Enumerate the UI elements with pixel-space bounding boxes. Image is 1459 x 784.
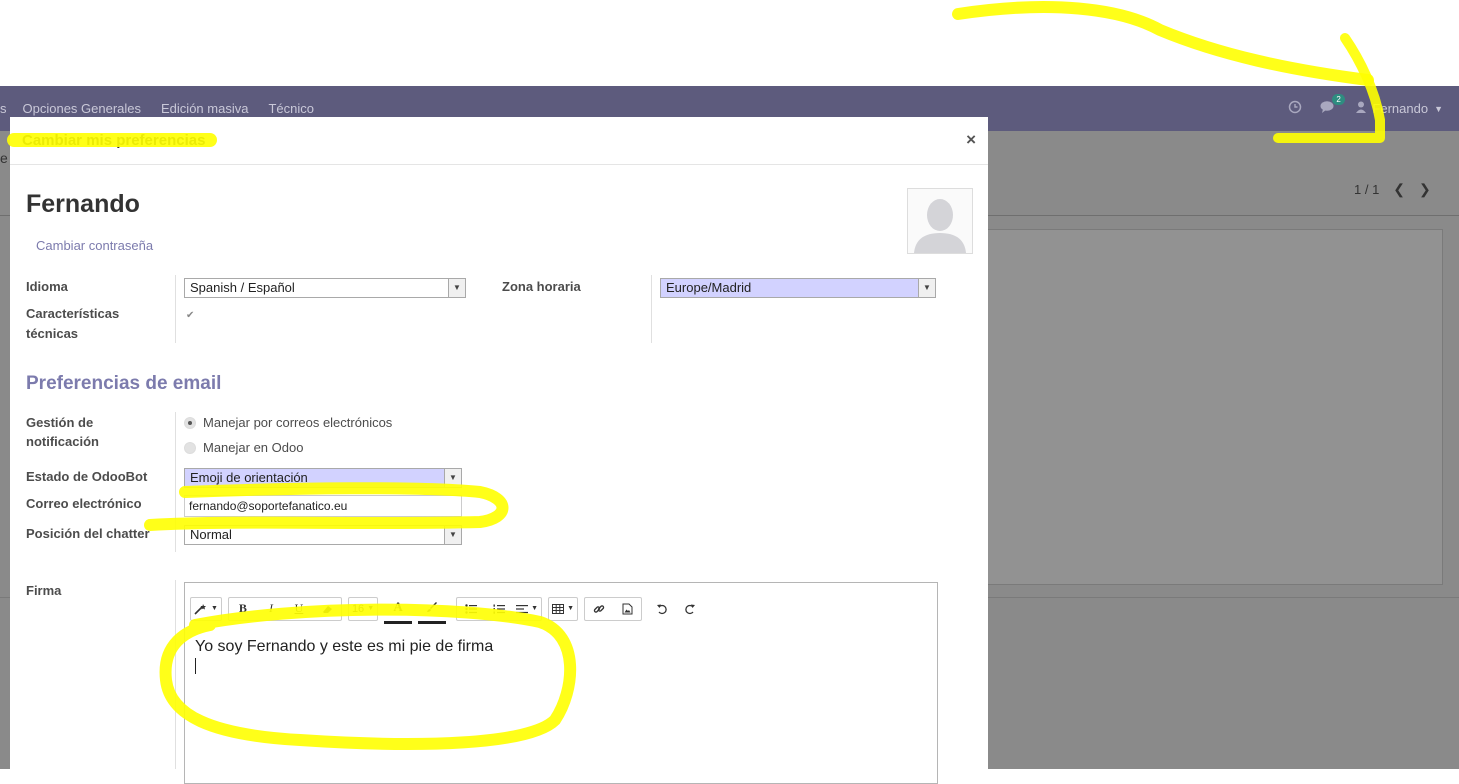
background-form-sheet <box>985 229 1443 585</box>
field-divider <box>651 275 652 343</box>
odoobot-select[interactable]: Emoji de orientación ▼ <box>184 468 462 488</box>
notification-option-label: Manejar en Odoo <box>203 440 304 455</box>
magic-wand-icon[interactable]: ▼ <box>191 598 221 620</box>
bold-icon[interactable]: B <box>229 598 257 620</box>
user-menu[interactable]: Fernando ▼ <box>1356 101 1443 116</box>
field-divider <box>175 580 176 769</box>
menu-item-cut[interactable]: s <box>0 101 7 116</box>
user-name: Fernando <box>1372 101 1429 116</box>
radio-selected[interactable] <box>184 416 196 429</box>
color-group: A <box>384 593 447 624</box>
undo-icon[interactable] <box>648 598 676 620</box>
redo-icon[interactable] <box>676 598 704 620</box>
language-value: Spanish / Español <box>190 280 295 295</box>
chevron-down-icon: ▼ <box>444 526 461 544</box>
chevron-right-icon[interactable]: ❯ <box>1419 181 1431 198</box>
tech-features-label-1: Características <box>26 306 120 321</box>
eraser-icon[interactable] <box>313 598 341 620</box>
chevron-down-icon: ▼ <box>1434 103 1443 114</box>
chat-badge: 2 <box>1332 94 1345 105</box>
bullet-list-icon[interactable] <box>457 598 485 620</box>
editor-toolbar: ▼ B I U 16 ▼ A ▼ ▼ <box>190 593 708 624</box>
brush-icon[interactable] <box>418 593 447 624</box>
align-icon[interactable]: ▼ <box>513 598 541 620</box>
user-name-heading: Fernando <box>26 190 140 218</box>
italic-icon[interactable]: I <box>257 598 285 620</box>
close-button[interactable]: × <box>966 130 976 150</box>
style-group: ▼ <box>190 596 222 621</box>
image-icon[interactable] <box>613 598 641 620</box>
clock-icon[interactable] <box>1288 100 1302 117</box>
timezone-select[interactable]: Europe/Madrid ▼ <box>660 278 936 298</box>
chatter-select[interactable]: Normal ▼ <box>184 525 462 545</box>
timezone-value: Europe/Madrid <box>666 280 752 295</box>
notification-label-1: Gestión de <box>26 415 94 430</box>
menu-item-technical[interactable]: Técnico <box>268 101 314 116</box>
radio-unselected[interactable] <box>184 441 196 454</box>
notification-option-email[interactable]: Manejar por correos electrónicos <box>184 415 392 430</box>
dialog-header: Cambiar mis preferencias × <box>10 117 988 165</box>
chevron-down-icon: ▼ <box>918 279 935 297</box>
signature-text: Yo soy Fernando y este es mi pie de firm… <box>195 638 494 655</box>
avatar[interactable] <box>907 188 973 254</box>
chevron-down-icon: ▼ <box>448 279 465 297</box>
language-select[interactable]: Spanish / Español ▼ <box>184 278 466 298</box>
background-breadcrumb-fragment: e <box>0 150 8 166</box>
fontsize-group: 16 ▼ <box>347 596 379 621</box>
text-cursor <box>195 658 196 674</box>
font-group: B I U <box>227 596 342 621</box>
dialog-title: Cambiar mis preferencias <box>22 132 206 149</box>
odoobot-label: Estado de OdooBot <box>26 469 148 484</box>
notification-option-label: Manejar por correos electrónicos <box>203 415 393 430</box>
navbar-systray: 2 Fernando ▼ <box>1288 86 1459 131</box>
background-pager: 1 / 1 ❮ ❯ <box>1354 181 1431 198</box>
insert-group <box>584 596 643 621</box>
user-icon <box>1356 101 1367 116</box>
chevron-left-icon[interactable]: ❮ <box>1393 181 1405 198</box>
change-password-link[interactable]: Cambiar contraseña <box>36 238 153 253</box>
tech-features-checkbox[interactable]: ✔ <box>186 310 194 321</box>
history-group <box>648 598 704 620</box>
timezone-label: Zona horaria <box>502 279 581 294</box>
field-divider <box>175 275 176 343</box>
pager-value: 1 / 1 <box>1354 182 1380 197</box>
menu-item-general-options[interactable]: Opciones Generales <box>23 101 142 116</box>
underline-icon[interactable]: U <box>285 598 313 620</box>
chatter-value: Normal <box>190 527 232 542</box>
numbered-list-icon[interactable] <box>485 598 513 620</box>
table-group: ▼ <box>548 596 579 621</box>
table-icon[interactable]: ▼ <box>549 598 577 620</box>
preferences-dialog: Cambiar mis preferencias × Fernando Camb… <box>10 117 988 784</box>
signature-label: Firma <box>26 583 62 598</box>
odoobot-value: Emoji de orientación <box>190 470 308 485</box>
email-value: fernando@soportefanatico.eu <box>189 499 348 513</box>
chat-icon[interactable]: 2 <box>1320 94 1345 117</box>
font-size-dropdown[interactable]: 16 ▼ <box>349 598 377 620</box>
chatter-label: Posición del chatter <box>26 526 150 541</box>
font-size-value: 16 <box>351 602 365 615</box>
chevron-down-icon: ▼ <box>444 469 461 487</box>
language-label: Idioma <box>26 279 68 294</box>
desktop-area <box>0 0 1459 86</box>
email-label: Correo electrónico <box>26 496 142 511</box>
signature-editor[interactable]: ▼ B I U 16 ▼ A ▼ ▼ Yo soy Fernando y est… <box>184 582 938 784</box>
menu-item-mass-edit[interactable]: Edición masiva <box>161 101 248 116</box>
email-preferences-title: Preferencias de email <box>26 373 222 394</box>
link-icon[interactable] <box>585 598 613 620</box>
tech-features-label-2: técnicas <box>26 326 79 341</box>
list-group: ▼ <box>456 596 543 621</box>
notification-option-odoo[interactable]: Manejar en Odoo <box>184 440 303 455</box>
avatar-placeholder-icon <box>908 189 972 253</box>
email-field[interactable]: fernando@soportefanatico.eu <box>184 495 462 517</box>
field-divider <box>175 412 176 552</box>
notification-label-2: notificación <box>26 434 99 449</box>
font-color-icon[interactable]: A <box>384 593 413 624</box>
